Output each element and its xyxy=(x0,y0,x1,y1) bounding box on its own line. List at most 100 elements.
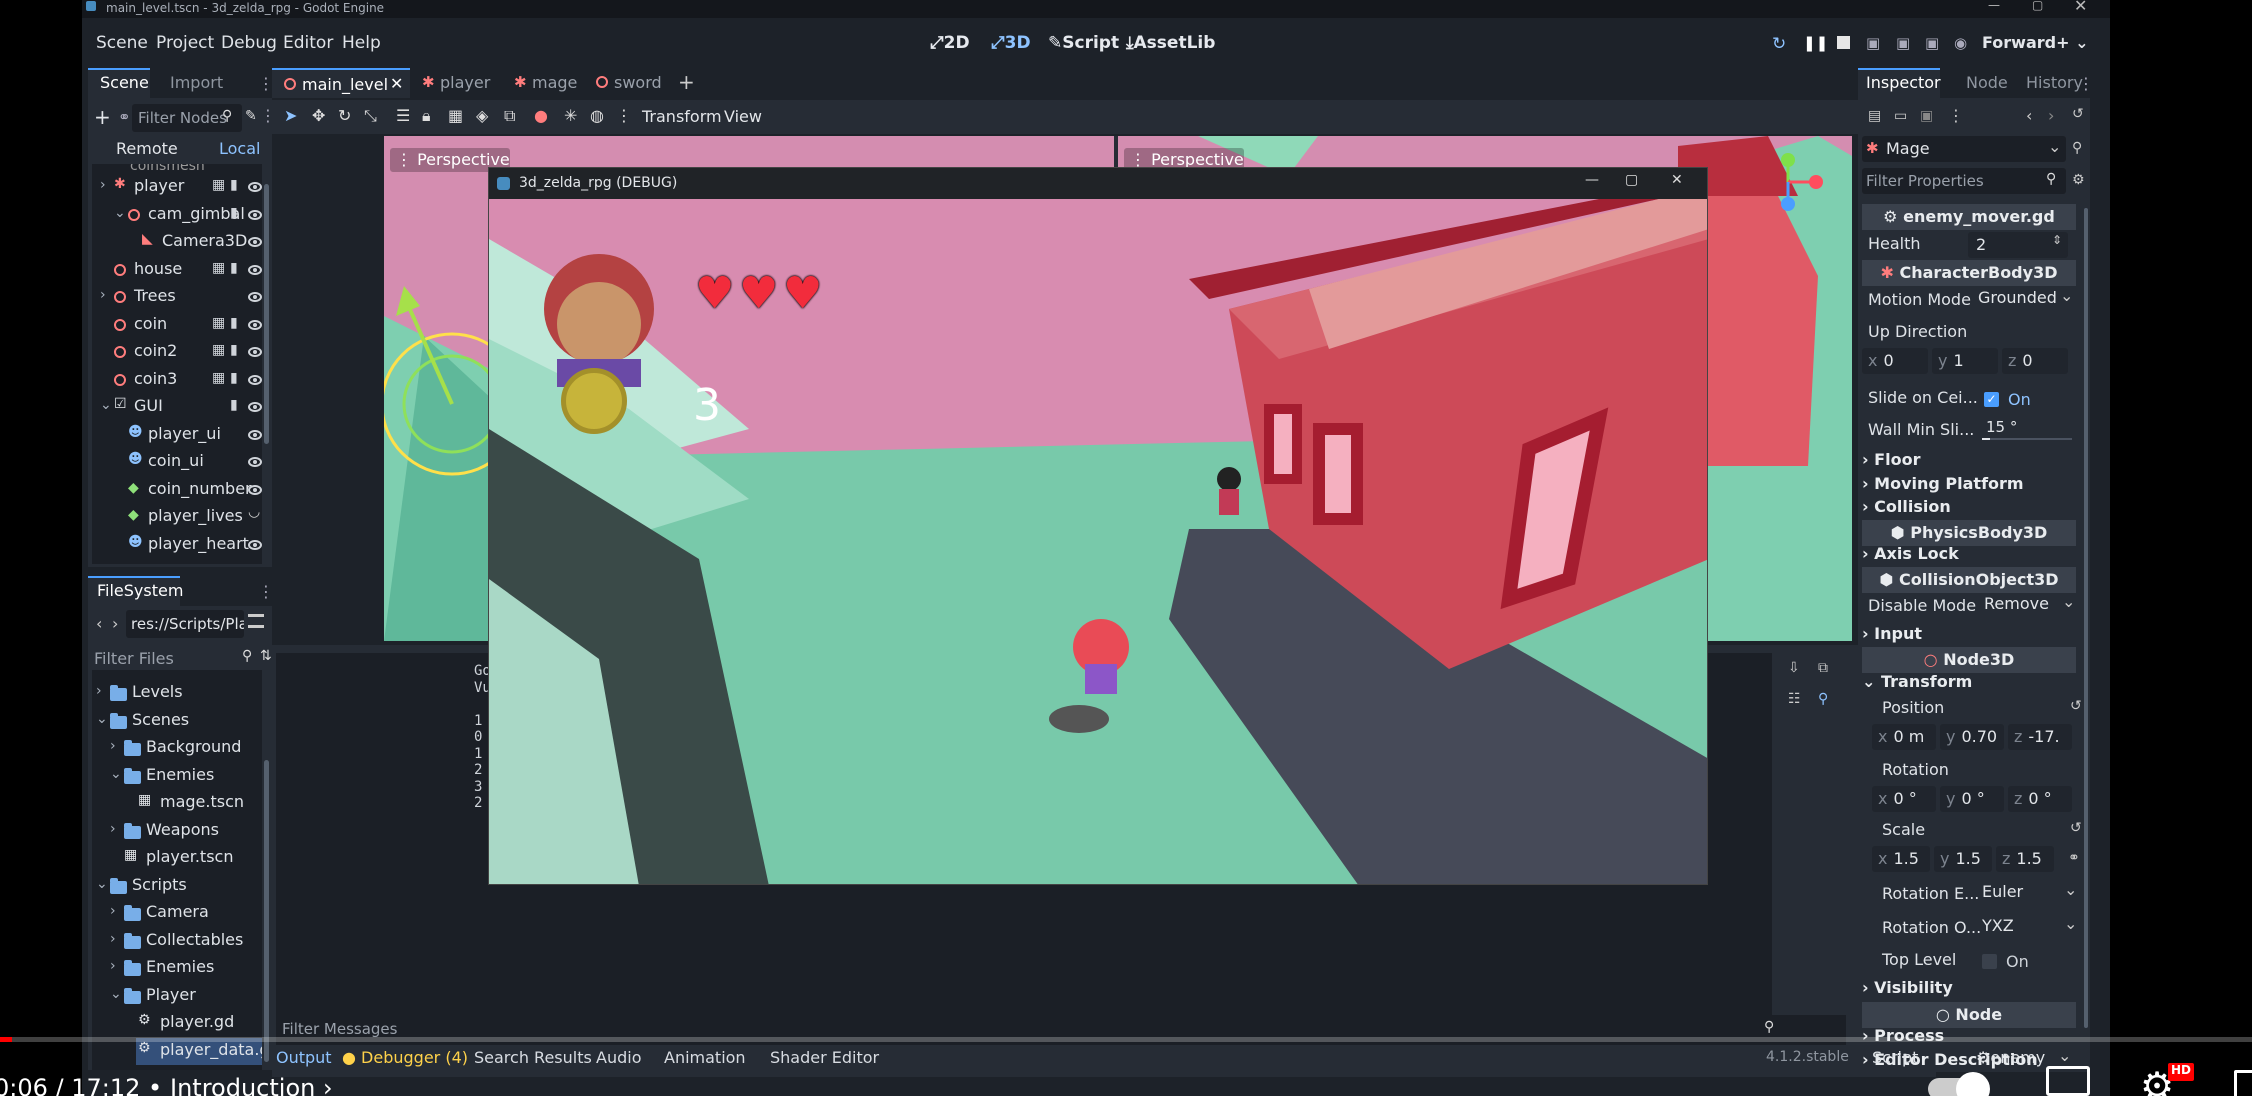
remote-tab[interactable]: Remote xyxy=(116,139,178,158)
floor-section[interactable]: › Floor xyxy=(1862,450,2076,474)
up-z-field[interactable]: z0 xyxy=(2002,348,2068,374)
menu-editor[interactable]: Editor xyxy=(283,33,333,53)
script-icon[interactable]: ▮ xyxy=(230,260,238,276)
tab-node[interactable]: Node xyxy=(1966,73,2008,92)
tab-sword[interactable]: sword xyxy=(596,68,676,98)
script-icon[interactable]: ▮ xyxy=(230,397,238,413)
chevron-right-icon[interactable]: › xyxy=(110,821,116,837)
menu-debug[interactable]: Debug xyxy=(221,33,277,53)
inspector-scrollbar[interactable] xyxy=(2084,208,2088,1028)
top-level-checkbox[interactable]: On xyxy=(1982,952,2072,974)
fs-item-camera[interactable]: › Camera xyxy=(92,900,262,927)
script-icon[interactable]: ▮ xyxy=(230,315,238,331)
collision-section[interactable]: › Collision xyxy=(1862,497,2076,521)
visibility-eye-icon[interactable] xyxy=(248,347,262,357)
revert-icon[interactable]: ↺ xyxy=(2070,820,2082,836)
movie-maker-icon[interactable]: ◉ xyxy=(1954,34,1967,52)
reload-icon[interactable]: ↻ xyxy=(1772,34,1786,54)
mode-assetlib-button[interactable]: ⤓AssetLib xyxy=(1126,33,1215,53)
script-icon[interactable]: ▮ xyxy=(230,342,238,358)
wall-min-slide-slider[interactable]: 15 ° xyxy=(1978,418,2072,442)
filter-nodes-input[interactable]: Filter Nodes ⚲ xyxy=(132,104,242,132)
group-icon[interactable]: ▦ xyxy=(448,106,463,125)
more-icon[interactable]: ⋮ xyxy=(1948,106,1964,125)
slide-on-ceiling-checkbox[interactable]: ✓ On xyxy=(1984,390,2074,412)
visibility-eye-icon[interactable] xyxy=(248,374,262,385)
fs-item-scenes[interactable]: ⌄ Scenes xyxy=(92,708,262,735)
save-icon[interactable]: ▣ xyxy=(1920,108,1933,124)
script-icon[interactable]: ▮ xyxy=(230,177,238,193)
forward-icon[interactable]: › xyxy=(112,614,118,633)
sun-icon[interactable]: ✳ xyxy=(564,106,577,125)
lock-icon[interactable]: 🔒︎ xyxy=(422,106,431,126)
mode-3d-button[interactable]: ⤢3D xyxy=(991,33,1031,53)
motion-mode-select[interactable]: Grounded ⌄ xyxy=(1978,286,2078,314)
scene-node-coin2[interactable]: coin2 ▦ ▮ xyxy=(92,339,262,366)
renderer-select[interactable]: Forward+ ⌄ xyxy=(1982,33,2088,52)
chevron-right-icon[interactable]: › xyxy=(110,738,116,754)
position-x-field[interactable]: x0 m xyxy=(1872,724,1936,750)
maximize-icon[interactable]: ▢ xyxy=(2032,0,2043,12)
fs-item-enemies[interactable]: › Enemies xyxy=(92,955,262,982)
transform-menu[interactable]: Transform xyxy=(642,107,722,126)
fs-item-player-tscn[interactable]: ▦ player.tscn xyxy=(92,845,262,872)
scene-node-coin-number[interactable]: ◆ coin_number xyxy=(92,477,262,504)
characterbody3d-header[interactable]: ✱ CharacterBody3D xyxy=(1862,260,2076,286)
history-back-icon[interactable]: ‹ xyxy=(2026,106,2032,125)
moving-platform-section[interactable]: › Moving Platform xyxy=(1862,474,2076,498)
fs-item-enemies[interactable]: ⌄ Enemies xyxy=(92,763,262,790)
inspector-menu-icon[interactable]: ⋮ xyxy=(2078,74,2094,93)
chevron-right-icon[interactable]: › xyxy=(110,931,116,947)
script-attach-icon[interactable]: ✎ xyxy=(245,108,257,124)
mode-script-button[interactable]: ✎Script xyxy=(1048,33,1119,53)
add-node-icon[interactable]: + xyxy=(94,105,111,129)
camera-override-icon[interactable]: ● xyxy=(534,106,548,125)
menu-scene[interactable]: Scene xyxy=(96,33,148,53)
health-field[interactable]: 2 ⇕ xyxy=(1968,232,2068,258)
chevron-right-icon[interactable]: › xyxy=(110,903,116,919)
visibility-eye-icon[interactable] xyxy=(248,292,262,302)
up-x-field[interactable]: x0 xyxy=(1862,348,1928,374)
autoplay-toggle[interactable] xyxy=(1928,1072,1990,1096)
scale-x-field[interactable]: x 1.5 xyxy=(1872,846,1930,872)
move-tool-icon[interactable]: ✥ xyxy=(312,106,325,125)
menu-project[interactable]: Project xyxy=(156,33,214,53)
stop-icon[interactable] xyxy=(1837,36,1850,49)
chevron-right-icon[interactable]: › xyxy=(100,287,106,303)
tab-import[interactable]: Import xyxy=(170,73,223,92)
link-icon[interactable]: ⚭ xyxy=(118,108,131,126)
local-space-icon[interactable]: ◈ xyxy=(476,106,488,125)
visibility-eye-icon[interactable] xyxy=(248,264,262,275)
close-window-icon[interactable]: ✕ xyxy=(2074,0,2087,15)
fs-item-collectables[interactable]: › Collectables xyxy=(92,928,262,955)
add-tab-icon[interactable]: + xyxy=(678,70,695,94)
object-history-icon[interactable]: ↺ xyxy=(2072,106,2084,122)
filter-properties-input[interactable]: Filter Properties ⚲ xyxy=(1862,168,2066,194)
fs-item-weapons[interactable]: › Weapons xyxy=(92,818,262,845)
fs-item-background[interactable]: › Background xyxy=(92,735,262,762)
object-tools-icon[interactable]: ⚲ xyxy=(2072,140,2082,156)
history-forward-icon[interactable]: › xyxy=(2048,106,2054,125)
visibility-eye-icon[interactable] xyxy=(248,539,262,550)
visibility-eye-icon[interactable] xyxy=(248,237,262,247)
close-window-icon[interactable]: ✕ xyxy=(1671,172,1683,188)
menu-help[interactable]: Help xyxy=(342,33,381,53)
collapse-icon[interactable]: ☷ xyxy=(1788,691,1801,707)
visibility-section[interactable]: › Visibility xyxy=(1862,978,2076,1002)
chevron-right-icon[interactable]: › xyxy=(110,958,116,974)
snap-icon[interactable]: ⧉ xyxy=(504,106,515,126)
maximize-icon[interactable]: ▢ xyxy=(1625,172,1638,188)
visibility-eye-icon[interactable] xyxy=(248,319,262,330)
video-progress-bar[interactable] xyxy=(0,1037,2252,1042)
scene-node-coin[interactable]: coin ▦ ▮ xyxy=(92,312,262,339)
scene-node-coin-ui[interactable]: ☻ coin_ui xyxy=(92,449,262,476)
visibility-eye-icon[interactable] xyxy=(248,182,262,192)
scene-node-gui[interactable]: ⌄ ☑ GUI ▮ xyxy=(92,394,262,421)
visibility-eye-icon[interactable] xyxy=(248,209,262,220)
open-scene-icon[interactable]: ▦ xyxy=(212,315,225,331)
physicsbody3d-header[interactable]: ⬢ PhysicsBody3D xyxy=(1862,520,2076,546)
script-icon[interactable]: ▮ xyxy=(230,205,238,221)
input-section[interactable]: › Input xyxy=(1862,624,2076,648)
fs-item-levels[interactable]: › Levels xyxy=(92,680,262,707)
local-tab[interactable]: Local xyxy=(219,139,260,158)
